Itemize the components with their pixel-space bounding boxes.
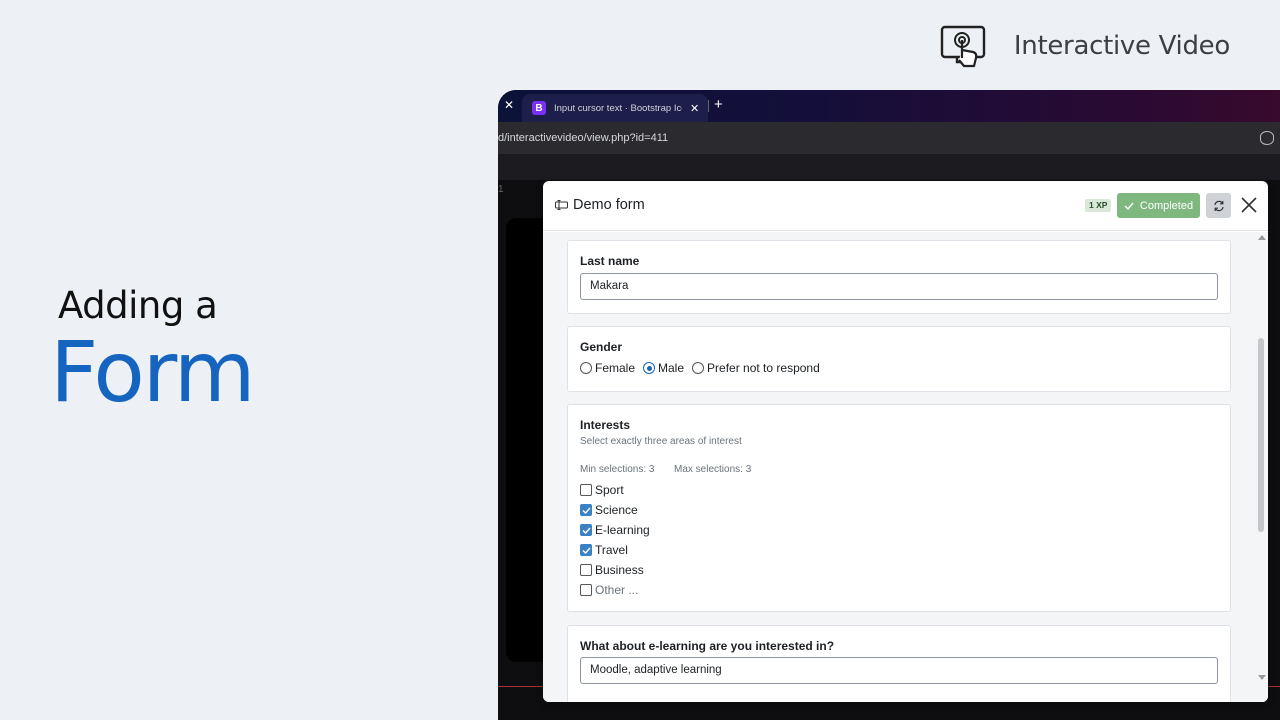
last-name-label: Last name — [580, 254, 640, 268]
checkbox-elearning[interactable] — [580, 524, 592, 536]
brand: Interactive Video — [940, 24, 1230, 68]
address-bar[interactable]: d/interactivevideo/view.php?id=411 — [498, 122, 1280, 154]
completed-button[interactable]: Completed — [1117, 193, 1200, 218]
brand-name: Interactive Video — [1013, 31, 1230, 61]
interest-sport[interactable]: Sport — [580, 483, 624, 497]
radio-prefer-not-label[interactable]: Prefer not to respond — [707, 361, 820, 375]
close-icon[interactable] — [1239, 195, 1259, 215]
checkbox-travel[interactable] — [580, 544, 592, 556]
xp-badge: 1 XP — [1085, 199, 1112, 212]
min-selections: Min selections: 3 — [580, 464, 655, 475]
interest-elearning[interactable]: E-learning — [580, 523, 650, 537]
checkbox-science[interactable] — [580, 504, 592, 516]
video-area — [506, 218, 546, 662]
url-text[interactable]: d/interactivevideo/view.php?id=411 — [498, 132, 668, 144]
demo-form-modal: Demo form 1 XP Completed Last name Makar… — [543, 181, 1268, 702]
check-icon — [1124, 202, 1134, 210]
scroll-up-icon[interactable] — [1258, 235, 1266, 240]
scroll-down-icon[interactable] — [1258, 675, 1266, 680]
elearning-input[interactable]: Moodle, adaptive learning — [580, 657, 1218, 684]
form-input-icon — [555, 200, 568, 210]
checkbox-business[interactable] — [580, 564, 592, 576]
checkbox-sport[interactable] — [580, 484, 592, 496]
gender-label: Gender — [580, 340, 623, 354]
radio-prefer-not[interactable] — [692, 362, 705, 374]
interest-label[interactable]: Travel — [595, 543, 628, 557]
tab-bar: ✕ B Input cursor text · Bootstrap Ico ✕ … — [498, 90, 1280, 122]
refresh-button[interactable] — [1206, 193, 1231, 218]
refresh-icon — [1213, 200, 1224, 211]
page-toolbar — [498, 154, 1280, 180]
gender-card: Gender Female Male Prefer not to respond — [567, 326, 1231, 392]
bootstrap-favicon-icon: B — [532, 101, 546, 115]
slide-title: Form — [50, 323, 256, 421]
radio-male[interactable] — [643, 362, 656, 374]
interest-label[interactable]: Sport — [595, 483, 624, 497]
modal-scrollbar[interactable] — [1254, 232, 1268, 702]
elearning-label: What about e-learning are you interested… — [580, 639, 835, 653]
page-number: 1 — [498, 184, 504, 195]
interests-label: Interests — [580, 418, 631, 432]
touch-screen-icon — [940, 25, 986, 68]
interest-other[interactable]: Other ... — [580, 583, 638, 597]
eye-icon[interactable] — [1260, 131, 1274, 145]
tab-separator — [708, 100, 709, 112]
prev-tab-close-icon[interactable]: ✕ — [504, 98, 514, 112]
max-selections: Max selections: 3 — [674, 464, 752, 475]
slide-subtitle: Adding a — [58, 284, 218, 327]
tab-title: Input cursor text · Bootstrap Ico — [554, 102, 682, 114]
interest-business[interactable]: Business — [580, 563, 644, 577]
interest-label[interactable]: E-learning — [595, 523, 650, 537]
browser-tab-active[interactable]: B Input cursor text · Bootstrap Ico ✕ — [522, 94, 708, 122]
checkbox-other[interactable] — [580, 584, 592, 596]
interests-card: Interests Select exactly three areas of … — [567, 404, 1231, 612]
modal-header: Demo form 1 XP Completed — [543, 181, 1268, 231]
gender-options: Female Male Prefer not to respond — [580, 361, 828, 375]
tab-close-icon[interactable]: ✕ — [690, 102, 699, 115]
interest-travel[interactable]: Travel — [580, 543, 628, 557]
completed-label: Completed — [1139, 199, 1194, 212]
interest-label[interactable]: Business — [595, 563, 644, 577]
interest-label[interactable]: Other ... — [595, 583, 638, 597]
radio-male-label[interactable]: Male — [658, 361, 684, 375]
new-tab-icon[interactable]: + — [714, 96, 723, 113]
modal-title: Demo form — [573, 197, 645, 213]
interest-science[interactable]: Science — [580, 503, 638, 517]
radio-female-label[interactable]: Female — [595, 361, 635, 375]
interests-description: Select exactly three areas of interest — [580, 436, 742, 447]
last-name-input[interactable]: Makara — [580, 273, 1218, 300]
modal-body[interactable]: Last name Makara Gender Female Male Pref… — [543, 232, 1268, 702]
interest-label[interactable]: Science — [595, 503, 638, 517]
last-name-card: Last name Makara — [567, 240, 1231, 314]
radio-female[interactable] — [580, 362, 592, 374]
elearning-card: What about e-learning are you interested… — [567, 625, 1231, 702]
scroll-thumb[interactable] — [1258, 338, 1264, 532]
